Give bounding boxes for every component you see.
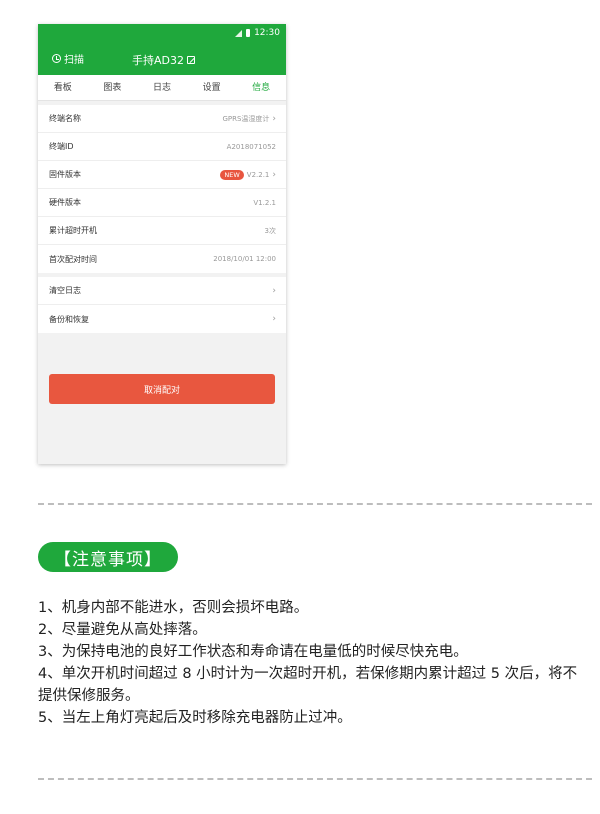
row-timeout-count: 累计超时开机 3次 — [38, 217, 286, 245]
row-first-pair-time: 首次配对时间 2018/10/01 12:00 — [38, 245, 286, 273]
tab-dashboard[interactable]: 看板 — [38, 75, 88, 100]
tab-logs[interactable]: 日志 — [137, 75, 187, 100]
timeout-count-value: 3次 — [264, 226, 276, 235]
row-label: 硬件版本 — [49, 198, 81, 207]
battery-icon — [246, 29, 251, 37]
clock-scan-icon — [52, 54, 61, 63]
device-title-text: 手持AD32 — [132, 54, 184, 67]
row-label: 备份和恢复 — [49, 314, 89, 324]
info-list: 终端名称 GPRS温湿度计 › 终端ID A2018071052 固件版本 NE… — [38, 105, 286, 273]
first-pair-time-value: 2018/10/01 12:00 — [213, 255, 276, 263]
action-list: 清空日志 › 备份和恢复 › — [38, 277, 286, 333]
chevron-right-icon: › — [272, 314, 276, 324]
note-item: 1、机身内部不能进水，否则会损坏电路。 — [38, 600, 309, 616]
terminal-name-value: GPRS温湿度计 — [222, 114, 270, 123]
divider — [38, 778, 592, 780]
tab-charts[interactable]: 图表 — [88, 75, 138, 100]
note-item: 4、单次开机时间超过 8 小时计为一次超时开机，若保修期内累计超过 5 次后，将… — [38, 666, 578, 704]
terminal-id-value: A2018071052 — [226, 142, 276, 151]
row-clear-logs[interactable]: 清空日志 › — [38, 277, 286, 305]
row-label: 首次配对时间 — [49, 254, 97, 264]
status-time: 12:30 — [254, 28, 280, 38]
divider — [38, 503, 592, 505]
edit-icon — [187, 56, 195, 64]
row-terminal-id: 终端ID A2018071052 — [38, 133, 286, 161]
hardware-version-value: V1.2.1 — [253, 198, 276, 207]
note-item: 5、当左上角灯亮起后及时移除充电器防止过冲。 — [38, 710, 352, 726]
chevron-right-icon: › — [272, 285, 276, 296]
row-value: NEW V2.2.1 — [220, 169, 270, 180]
firmware-version-value: V2.2.1 — [246, 170, 270, 179]
row-hardware: 硬件版本 V1.2.1 — [38, 189, 286, 217]
app-bar: 扫描 手持AD32 — [38, 42, 286, 75]
status-bar: 12:30 — [38, 24, 286, 42]
row-firmware[interactable]: 固件版本 NEW V2.2.1 › — [38, 161, 286, 189]
row-terminal-name[interactable]: 终端名称 GPRS温湿度计 › — [38, 105, 286, 133]
chevron-right-icon: › — [272, 169, 276, 180]
unpair-button[interactable]: 取消配对 — [49, 374, 275, 404]
tab-settings[interactable]: 设置 — [187, 75, 237, 100]
device-title[interactable]: 手持AD32 — [132, 52, 195, 68]
note-item: 2、尽量避免从高处摔落。 — [38, 622, 207, 638]
row-backup-restore[interactable]: 备份和恢复 › — [38, 305, 286, 333]
phone-screen: 12:30 扫描 手持AD32 看板 图表 日志 设置 信息 终端名称 GPRS… — [38, 24, 286, 464]
notes-list: 1、机身内部不能进水，否则会损坏电路。 2、尽量避免从高处摔落。 3、为保持电池… — [38, 597, 588, 729]
note-item: 3、为保持电池的良好工作状态和寿命请在电量低的时候尽快充电。 — [38, 644, 468, 660]
chevron-right-icon: › — [272, 113, 276, 124]
scan-button[interactable]: 扫描 — [52, 51, 84, 66]
tab-info[interactable]: 信息 — [236, 75, 286, 100]
row-label: 终端名称 — [49, 114, 81, 123]
scan-label: 扫描 — [64, 55, 84, 66]
tab-bar: 看板 图表 日志 设置 信息 — [38, 75, 286, 101]
row-value: GPRS温湿度计 — [222, 114, 269, 124]
row-label: 固件版本 — [49, 170, 81, 179]
row-label: 终端ID — [49, 142, 74, 151]
notice-title: 【注意事项】 — [38, 542, 178, 572]
new-badge: NEW — [220, 169, 244, 180]
signal-icon — [235, 29, 243, 37]
row-label: 清空日志 — [49, 286, 81, 295]
row-label: 累计超时开机 — [49, 226, 97, 235]
